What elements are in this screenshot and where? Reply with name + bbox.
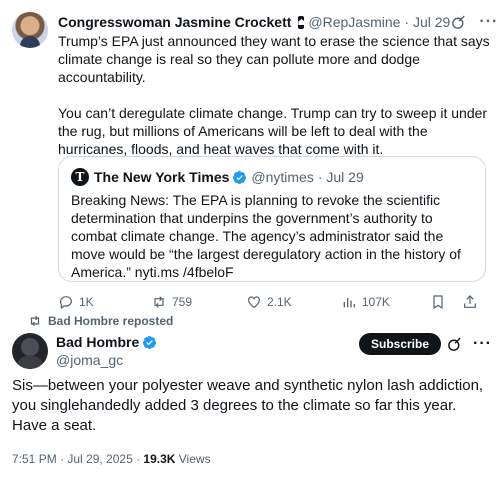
reply-author-handle[interactable]: @joma_gc <box>56 351 157 369</box>
reply-author-name[interactable]: Bad Hombre <box>56 334 139 350</box>
reply-icon <box>59 296 72 310</box>
repost-banner[interactable]: Bad Hombre reposted <box>28 314 173 328</box>
view-count: 107K <box>361 295 390 309</box>
quoted-post-text: Breaking News: The EPA is planning to re… <box>71 192 461 280</box>
reply-header: Bad Hombre @joma_gc <box>56 333 157 369</box>
like-count: 2.1K <box>266 295 292 309</box>
reply-count: 1K <box>79 295 94 309</box>
post-actions: 1K 759 2.1K 107K <box>58 292 478 312</box>
post-date[interactable]: · Jul 29 <box>404 14 450 30</box>
quoted-post-date: · Jul 29 <box>317 169 364 185</box>
heart-icon <box>248 296 260 309</box>
views-button[interactable]: 107K <box>341 294 430 310</box>
reply-meta: 7:51 PM · Jul 29, 2025 · 19.3K Views <box>12 452 211 466</box>
verified-badge-icon <box>233 170 247 184</box>
verified-badge-icon <box>143 335 157 349</box>
repost-icon <box>30 315 40 327</box>
nyt-logo-icon: T <box>71 168 89 186</box>
grok-icon[interactable] <box>446 336 463 353</box>
repost-icon <box>154 296 164 308</box>
grok-icon[interactable] <box>450 14 467 31</box>
quoted-author-name: The New York Times <box>94 169 230 185</box>
government-badge-icon <box>298 15 305 29</box>
reply-avatar[interactable] <box>12 333 48 369</box>
author-name[interactable]: Congresswoman Jasmine Crockett <box>58 14 291 30</box>
post-paragraph-1: Trump’s EPA just announced they want to … <box>58 33 490 85</box>
repost-banner-text: Bad Hombre reposted <box>48 314 174 328</box>
like-button[interactable]: 2.1K <box>246 294 341 310</box>
repost-count: 759 <box>172 295 193 309</box>
reply-button[interactable]: 1K <box>58 294 151 310</box>
subscribe-button[interactable]: Subscribe <box>359 333 442 355</box>
post-text: Trump’s EPA just announced they want to … <box>58 32 490 176</box>
author-handle[interactable]: @RepJasmine <box>308 14 400 30</box>
reply-views-label: Views <box>175 452 211 466</box>
quoted-post-header: T The New York Times @nytimes · Jul 29 <box>71 167 473 187</box>
share-icon[interactable] <box>462 294 478 310</box>
repost-button[interactable]: 759 <box>151 294 246 310</box>
more-options-icon[interactable]: ··· <box>479 13 498 31</box>
quoted-author-handle: @nytimes <box>251 169 314 185</box>
more-options-icon[interactable]: ··· <box>473 335 492 353</box>
quoted-post[interactable]: T The New York Times @nytimes · Jul 29 B… <box>58 156 486 282</box>
reply-timestamp[interactable]: 7:51 PM · Jul 29, 2025 · <box>12 452 143 466</box>
bookmark-icon[interactable] <box>430 294 446 310</box>
post-paragraph-2: You can’t deregulate climate change. Tru… <box>58 105 488 157</box>
avatar[interactable] <box>12 12 48 48</box>
reply-text: Sis—between your polyester weave and syn… <box>12 377 484 434</box>
reply-view-count: 19.3K <box>143 452 176 466</box>
post-header: Congresswoman Jasmine Crockett @RepJasmi… <box>58 12 497 32</box>
analytics-icon <box>343 298 355 308</box>
